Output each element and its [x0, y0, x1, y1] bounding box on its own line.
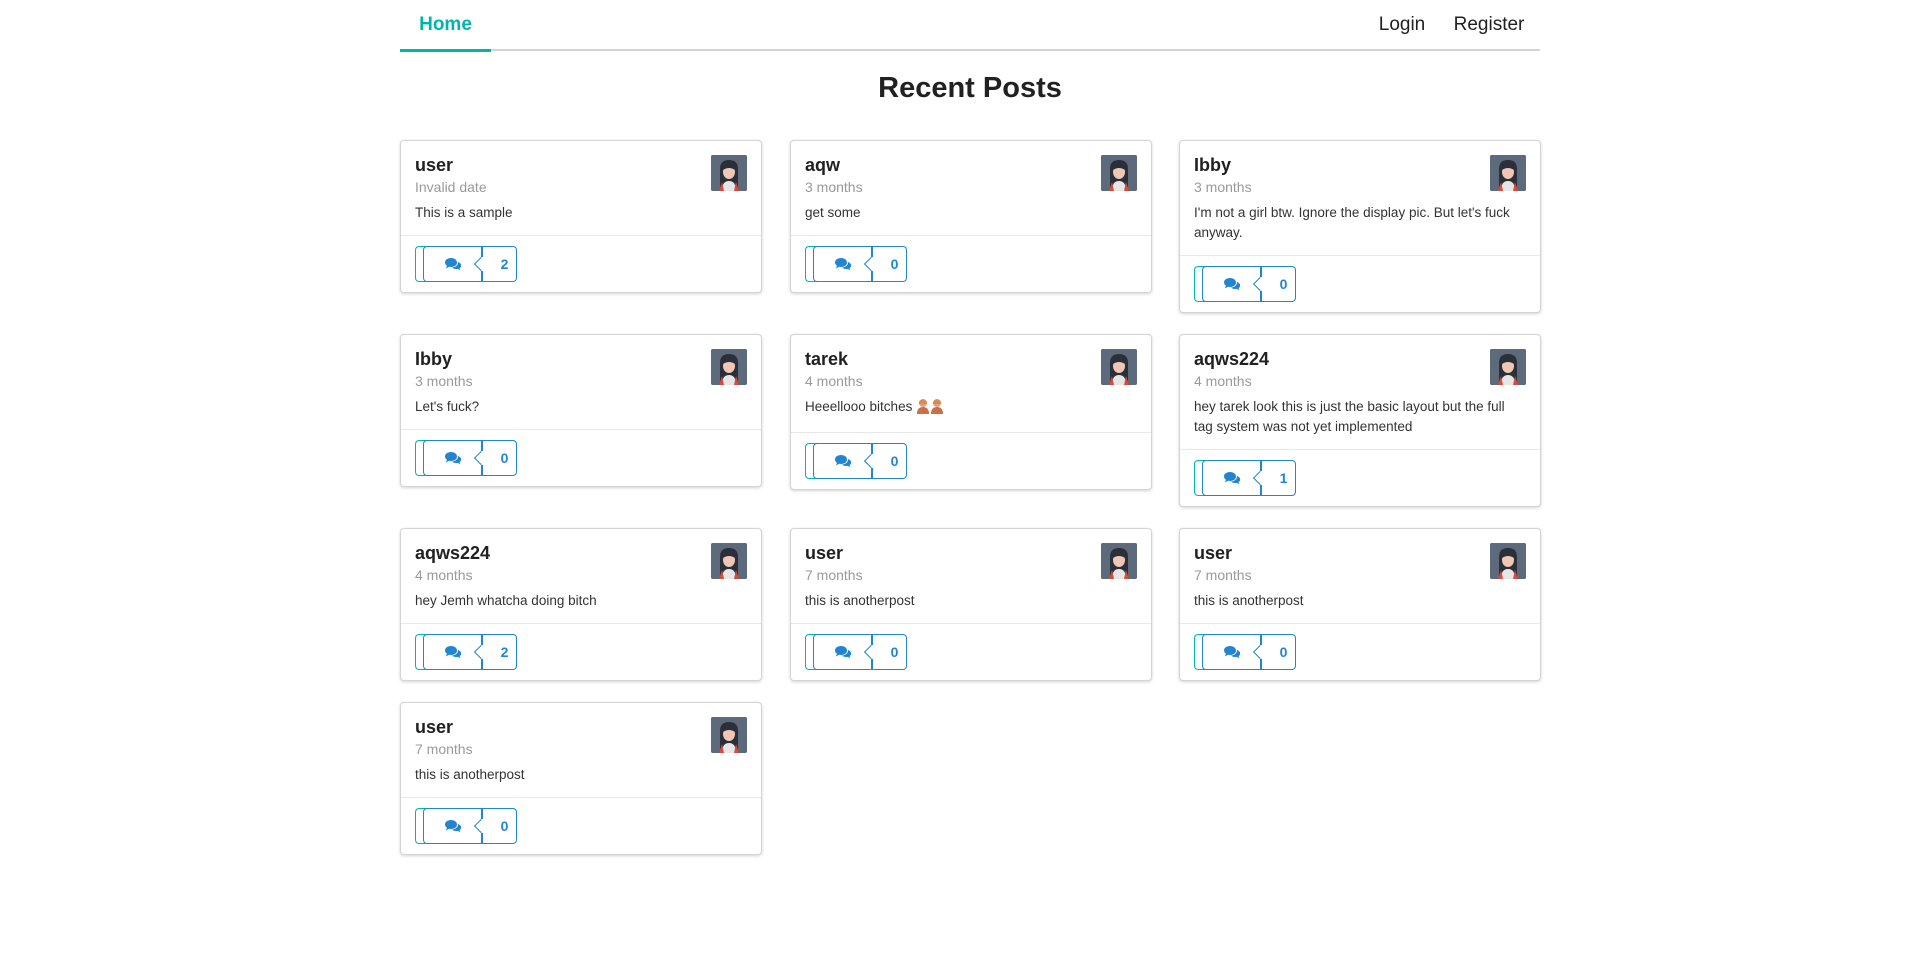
post-time: 3 months [1194, 179, 1252, 195]
user-avatar [711, 349, 747, 385]
post-actions: 0 0 [791, 235, 1151, 292]
post-time: Invalid date [415, 179, 487, 195]
comment-count: 0 [890, 453, 899, 469]
comment-icon [1223, 469, 1241, 486]
post-time: 4 months [805, 373, 863, 389]
comment-count: 0 [890, 644, 899, 660]
post-card: user 7 months this is anotherpost 3 0 [790, 528, 1152, 681]
post-body: I'm not a girl btw. Ignore the display p… [1194, 205, 1510, 240]
comment-icon [834, 255, 852, 272]
post-author[interactable]: aqw [805, 154, 1137, 176]
post-card: user 7 months this is anotherpost 0 0 [400, 702, 762, 855]
post-author[interactable]: tarek [805, 348, 1137, 370]
post-time: 4 months [1194, 373, 1252, 389]
post-author[interactable]: Ibby [1194, 154, 1526, 176]
comment-count: 0 [1279, 276, 1288, 292]
post-time: 4 months [415, 567, 473, 583]
nav-login-link[interactable]: Login [1366, 0, 1438, 51]
post-body: hey Jemh whatcha doing bitch [415, 593, 597, 608]
post-actions: 0 0 [401, 797, 761, 854]
comment-count: 0 [500, 450, 509, 466]
post-body: Let's fuck? [415, 399, 480, 414]
comment-count: 0 [1279, 644, 1288, 660]
post-card: tarek 4 months Heeellooo bitches 0 0 [790, 334, 1152, 490]
post-actions: 1 2 [401, 623, 761, 680]
comment-icon [834, 452, 852, 469]
page-title: Recent Posts [878, 72, 1062, 104]
post-actions: 0 0 [1180, 255, 1540, 312]
post-time: 7 months [1194, 567, 1252, 583]
post-time: 7 months [805, 567, 863, 583]
nav-home-link[interactable]: Home [400, 0, 491, 52]
post-author[interactable]: aqws224 [1194, 348, 1526, 370]
comment-count: 1 [1279, 470, 1288, 486]
user-avatar [1101, 349, 1137, 385]
comment-icon [1223, 643, 1241, 660]
post-card: aqws224 4 months hey tarek look this is … [1179, 334, 1541, 507]
user-avatar [711, 717, 747, 753]
user-avatar [711, 543, 747, 579]
post-author[interactable]: aqws224 [415, 542, 747, 564]
person-emoji-icon [930, 398, 944, 420]
comment-count: 0 [500, 818, 509, 834]
nav-register-link[interactable]: Register [1438, 0, 1540, 51]
post-body: This is a sample [415, 205, 513, 220]
comment-count: 2 [500, 256, 509, 272]
comment-count: 2 [500, 644, 509, 660]
post-body: this is anotherpost [1194, 593, 1304, 608]
post-card: aqws224 4 months hey Jemh whatcha doing … [400, 528, 762, 681]
top-menu: Home Login Register [400, 0, 1540, 52]
comment-icon [1223, 275, 1241, 292]
comment-icon [444, 255, 462, 272]
post-body: get some [805, 205, 861, 220]
post-author[interactable]: user [1194, 542, 1526, 564]
post-author[interactable]: user [415, 154, 747, 176]
post-body: this is anotherpost [415, 767, 525, 782]
user-avatar [1490, 543, 1526, 579]
post-card: user 7 months this is anotherpost 3 0 [1179, 528, 1541, 681]
post-time: 7 months [415, 741, 473, 757]
user-avatar [1490, 155, 1526, 191]
user-avatar [1101, 155, 1137, 191]
post-actions: 3 0 [791, 623, 1151, 680]
post-actions: 1 1 [1180, 449, 1540, 506]
post-actions: 3 0 [1180, 623, 1540, 680]
post-body: Heeellooo bitches [805, 397, 1137, 420]
post-author[interactable]: Ibby [415, 348, 747, 370]
post-actions: 0 0 [791, 432, 1151, 489]
post-card: aqw 3 months get some 0 0 [790, 140, 1152, 293]
post-actions: 1 0 [401, 429, 761, 486]
post-author[interactable]: user [805, 542, 1137, 564]
post-actions: 1 2 [401, 235, 761, 292]
comment-icon [444, 817, 462, 834]
user-avatar [1101, 543, 1137, 579]
user-avatar [711, 155, 747, 191]
post-author[interactable]: user [415, 716, 747, 738]
post-card: Ibby 3 months Let's fuck? 1 0 [400, 334, 762, 487]
comment-icon [444, 449, 462, 466]
post-body: hey tarek look this is just the basic la… [1194, 399, 1505, 434]
user-avatar [1490, 349, 1526, 385]
post-card: Ibby 3 months I'm not a girl btw. Ignore… [1179, 140, 1541, 313]
comment-count: 0 [890, 256, 899, 272]
comment-icon [834, 643, 852, 660]
post-body: this is anotherpost [805, 593, 915, 608]
person-emoji-icon [916, 398, 930, 420]
post-time: 3 months [415, 373, 473, 389]
post-card: user Invalid date This is a sample 1 2 [400, 140, 762, 293]
post-time: 3 months [805, 179, 863, 195]
comment-icon [444, 643, 462, 660]
